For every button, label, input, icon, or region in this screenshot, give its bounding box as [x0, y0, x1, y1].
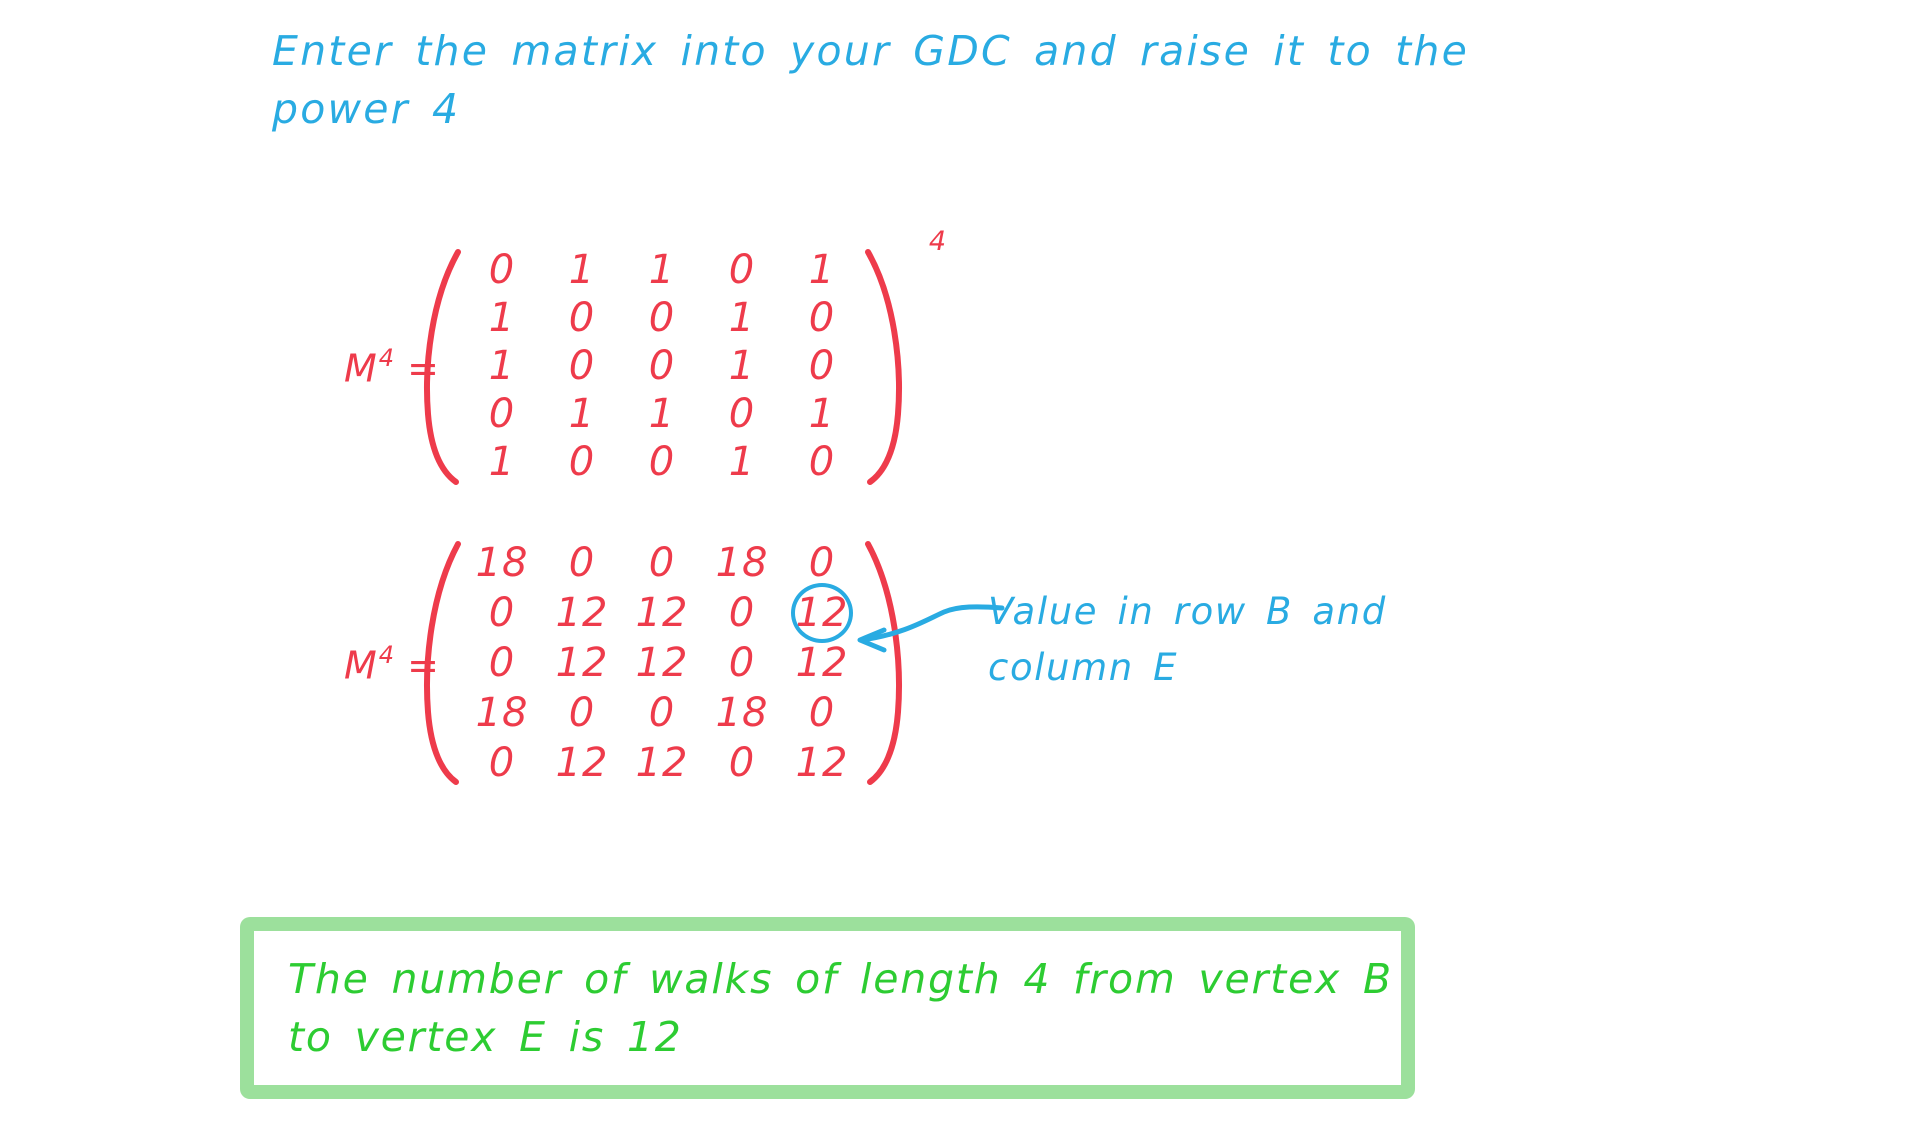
- matrix-2-cell: 18: [715, 540, 769, 586]
- matrix-1-cell: 0: [568, 295, 596, 341]
- matrix-1-label-exponent: 4: [378, 343, 396, 372]
- matrix-1-cell: 0: [488, 391, 516, 437]
- table-row: 0 12 12 0 12: [462, 583, 862, 643]
- matrix-1-cell: 0: [568, 343, 596, 389]
- matrix-2-equals: =: [407, 643, 441, 688]
- annotation-line-1: Value in row B and: [988, 590, 1387, 633]
- matrix-1-cell: 0: [808, 295, 836, 341]
- matrix-1-cell: 0: [808, 439, 836, 485]
- matrix-1-cell: 1: [808, 247, 836, 293]
- table-row: 1 0 0 1 0: [462, 294, 862, 342]
- matrix-2-cell: 0: [488, 590, 516, 636]
- matrix-1-bracket-wrap: 0 1 1 0 1 1 0 0 1 0 1 0 0 1 0 0 1 1 0 1 …: [424, 226, 946, 486]
- matrix-1-cell: 1: [808, 391, 836, 437]
- matrix-1-cell: 1: [488, 295, 516, 341]
- matrix-2-cell: 12: [555, 640, 609, 686]
- matrix-2-cell: 0: [808, 540, 836, 586]
- matrix-2-cell: 0: [728, 740, 756, 786]
- right-parenthesis-icon: [860, 246, 906, 486]
- matrix-2-cell: 18: [475, 690, 529, 736]
- highlighted-matrix-cell: 12: [782, 583, 862, 643]
- instruction-line-2: power 4: [272, 85, 461, 133]
- matrix-1-cell: 0: [648, 439, 676, 485]
- table-row: 1 0 0 1 0: [462, 342, 862, 390]
- answer-box: The number of walks of length 4 from ver…: [240, 917, 1415, 1099]
- matrix-2-cell: 12: [635, 740, 689, 786]
- matrix-1-cell: 0: [728, 247, 756, 293]
- matrix-1-cell: 0: [568, 439, 596, 485]
- table-row: 1 0 0 1 0: [462, 438, 862, 486]
- matrix-2-table: 18 0 0 18 0 0 12 12 0 12 0 12 12 0 12 18…: [462, 538, 862, 788]
- table-row: 18 0 0 18 0: [462, 688, 862, 738]
- matrix-2-cell: 12: [795, 740, 849, 786]
- matrix-2-label-exponent: 4: [378, 640, 396, 669]
- matrix-2-cell: 12: [795, 640, 849, 686]
- matrix-1-equals: =: [407, 346, 441, 391]
- matrix-2-cell: 0: [568, 540, 596, 586]
- matrix-2-cell: 0: [488, 640, 516, 686]
- annotation-arrow-icon: [840, 590, 1010, 670]
- matrix-1-cell: 0: [728, 391, 756, 437]
- matrix-1-cell: 1: [568, 247, 596, 293]
- matrix-2-cell: 18: [475, 540, 529, 586]
- matrix-2-cell: 0: [728, 640, 756, 686]
- table-row: 18 0 0 18 0: [462, 538, 862, 588]
- right-parenthesis-icon: [860, 538, 906, 788]
- matrix-2-cell: 12: [635, 640, 689, 686]
- matrix-2-cell: 0: [808, 690, 836, 736]
- table-row: 0 1 1 0 1: [462, 390, 862, 438]
- matrix-2-cell: 12: [555, 740, 609, 786]
- table-row: 0 1 1 0 1: [462, 246, 862, 294]
- matrix-1-power-exponent: 4: [928, 226, 947, 257]
- matrix-2-cell: 12: [555, 590, 609, 636]
- matrix-2-group: M4 = 18 0 0 18 0 0 12 12 0 12 0 12 12 0 …: [344, 538, 902, 788]
- answer-line-1: The number of walks of length 4 from ver…: [288, 955, 1393, 1003]
- matrix-1-cell: 1: [728, 343, 756, 389]
- matrix-1-label: M4 =: [344, 343, 441, 391]
- matrix-2-cell: 0: [648, 690, 676, 736]
- matrix-2-cell: 18: [715, 690, 769, 736]
- matrix-2-cell: 12: [635, 590, 689, 636]
- matrix-2-cell: 0: [568, 690, 596, 736]
- matrix-2-bracket-wrap: 18 0 0 18 0 0 12 12 0 12 0 12 12 0 12 18…: [424, 538, 902, 788]
- instruction-text: Enter the matrix into your GDC and raise…: [272, 22, 1492, 138]
- matrix-1-cell: 1: [648, 391, 676, 437]
- matrix-2-cell: 0: [488, 740, 516, 786]
- matrix-1-cell: 1: [488, 343, 516, 389]
- answer-text: The number of walks of length 4 from ver…: [254, 950, 1393, 1066]
- table-row: 0 12 12 0 12: [462, 638, 862, 688]
- annotation-line-2: column E: [988, 646, 1179, 689]
- matrix-1-cell: 1: [728, 439, 756, 485]
- matrix-1-cell: 0: [808, 343, 836, 389]
- matrix-2-label-base: M: [344, 643, 378, 688]
- matrix-1-label-base: M: [344, 346, 378, 391]
- annotation-text: Value in row B and column E: [988, 584, 1508, 696]
- matrix-2-cell: 0: [728, 590, 756, 636]
- instruction-line-1: Enter the matrix into your GDC and raise…: [272, 27, 1470, 75]
- highlighted-cell-value: 12: [795, 590, 849, 636]
- answer-line-2: to vertex E is 12: [288, 1013, 683, 1061]
- matrix-2-cell: 0: [648, 540, 676, 586]
- matrix-2-label: M4 =: [344, 640, 441, 688]
- matrix-1-group: M4 = 0 1 1 0 1 1 0 0 1 0 1 0 0 1 0 0 1 1…: [344, 226, 946, 486]
- matrix-1-table: 0 1 1 0 1 1 0 0 1 0 1 0 0 1 0 0 1 1 0 1 …: [462, 246, 862, 486]
- matrix-1-cell: 0: [648, 295, 676, 341]
- matrix-1-cell: 1: [648, 247, 676, 293]
- matrix-1-cell: 0: [488, 247, 516, 293]
- table-row: 0 12 12 0 12: [462, 738, 862, 788]
- matrix-1-cell: 1: [488, 439, 516, 485]
- matrix-1-cell: 0: [648, 343, 676, 389]
- matrix-1-cell: 1: [728, 295, 756, 341]
- matrix-1-cell: 1: [568, 391, 596, 437]
